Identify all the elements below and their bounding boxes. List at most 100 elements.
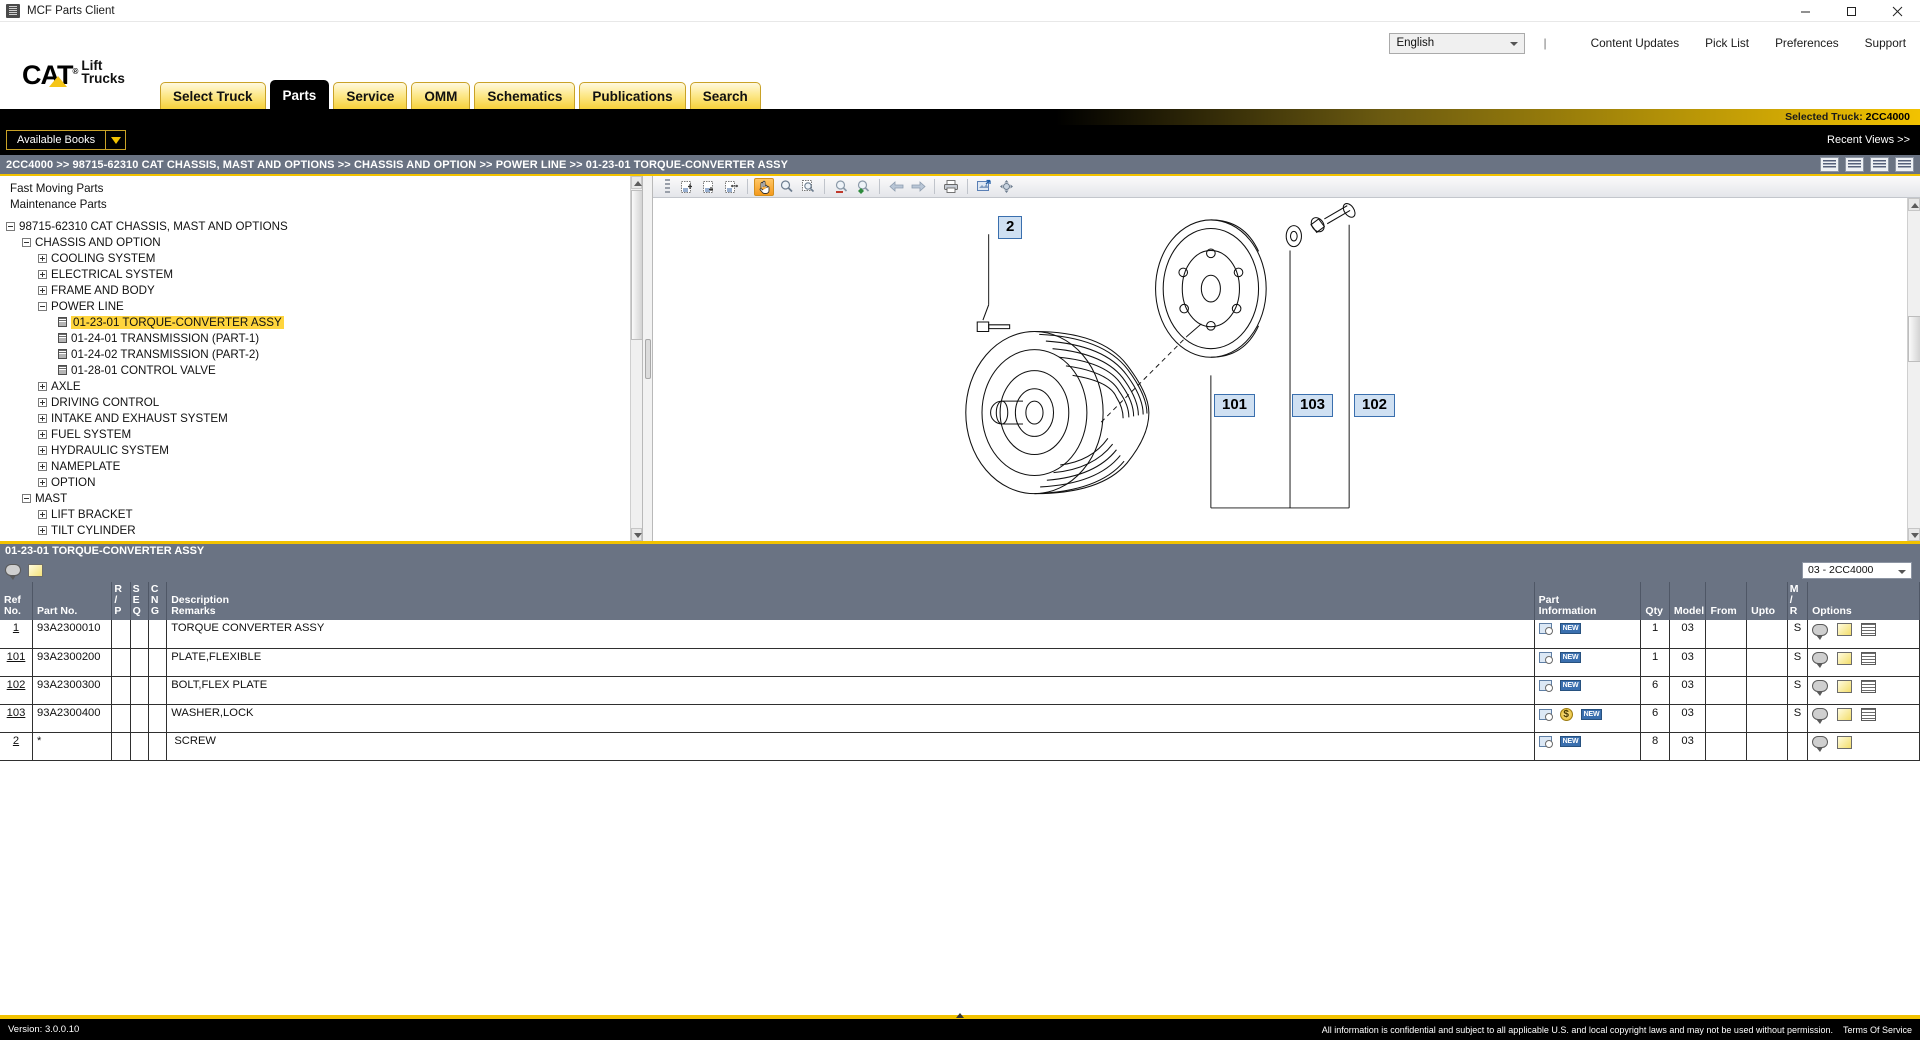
note-icon[interactable] (1837, 623, 1852, 636)
cell-part-no[interactable]: 93A2300300 (33, 676, 112, 704)
zoom-fit-page-icon[interactable] (721, 178, 741, 196)
viewer-scroll-down-button[interactable] (1908, 528, 1920, 541)
cell-part-no[interactable]: 93A2300200 (33, 648, 112, 676)
note-icon[interactable] (1837, 736, 1852, 749)
callout-2[interactable]: 2 (998, 216, 1022, 239)
print-icon[interactable] (941, 178, 961, 196)
table-row[interactable]: 101 93A2300200 PLATE,FLEXIBLE NEW 1 03 S (0, 648, 1920, 676)
tree-toggle-plus-icon[interactable] (38, 510, 47, 519)
tree-node-transmission-part-1[interactable]: 01-24-01 TRANSMISSION (PART-1) (6, 330, 642, 346)
preferences-link[interactable]: Preferences (1775, 36, 1839, 50)
tree-toggle-plus-icon[interactable] (38, 286, 47, 295)
table-icon[interactable] (1861, 708, 1876, 721)
diagram-canvas[interactable]: 2 101 103 102 (653, 198, 1906, 527)
tree-link-maintenance-parts[interactable]: Maintenance Parts (6, 196, 642, 212)
tab-select-truck[interactable]: Select Truck (160, 82, 266, 109)
tree-node-tilt-cylinder[interactable]: TILT CYLINDER (6, 522, 642, 538)
maximize-button[interactable] (1828, 0, 1874, 22)
column-options[interactable]: Options (1808, 582, 1920, 620)
zoom-out-icon[interactable] (831, 178, 851, 196)
next-page-icon[interactable] (908, 178, 928, 196)
tree-node-fork[interactable]: FORK (6, 538, 642, 541)
available-books-button[interactable]: Available Books (6, 130, 126, 150)
pan-hand-icon[interactable] (754, 178, 774, 196)
zoom-area-icon[interactable] (798, 178, 818, 196)
tree-node-control-valve[interactable]: 01-28-01 CONTROL VALVE (6, 362, 642, 378)
tree-toggle-plus-icon[interactable] (38, 478, 47, 487)
export-view-icon[interactable] (1870, 157, 1889, 172)
horizontal-splitter-handle[interactable] (951, 1012, 969, 1019)
column-from[interactable]: From (1706, 582, 1747, 620)
comment-icon[interactable] (1812, 680, 1828, 692)
tree-link-fast-moving-parts[interactable]: Fast Moving Parts (6, 180, 642, 196)
zoom-in-icon[interactable] (853, 178, 873, 196)
previous-page-icon[interactable] (886, 178, 906, 196)
price-icon[interactable]: $ (1560, 708, 1573, 721)
comment-icon[interactable] (1812, 708, 1828, 720)
column-upto[interactable]: Upto (1747, 582, 1788, 620)
tab-search[interactable]: Search (690, 82, 761, 109)
tree-toggle-plus-icon[interactable] (38, 382, 47, 391)
tree-toggle-plus-icon[interactable] (38, 526, 47, 535)
pick-list-link[interactable]: Pick List (1705, 36, 1749, 50)
table-row[interactable]: 1 93A2300010 TORQUE CONVERTER ASSY NEW 1… (0, 620, 1920, 648)
tree-scroll-thumb[interactable] (631, 190, 643, 340)
tree-toggle-plus-icon[interactable] (38, 254, 47, 263)
tab-schematics[interactable]: Schematics (474, 82, 575, 109)
tree-toggle-minus-icon[interactable] (6, 222, 15, 231)
tree-toggle-plus-icon[interactable] (38, 270, 47, 279)
fullscreen-view-icon[interactable] (1895, 157, 1914, 172)
callout-103[interactable]: 103 (1292, 394, 1333, 417)
image-icon[interactable] (1539, 652, 1552, 663)
available-books-dropdown-icon[interactable] (105, 131, 125, 149)
tree-toggle-plus-icon[interactable] (38, 414, 47, 423)
tab-parts[interactable]: Parts (270, 80, 330, 109)
column-model[interactable]: Model (1669, 582, 1706, 620)
support-link[interactable]: Support (1865, 36, 1906, 50)
ref-no-link[interactable]: 101 (7, 651, 26, 663)
tree-toggle-plus-icon[interactable] (38, 398, 47, 407)
callout-101[interactable]: 101 (1214, 394, 1255, 417)
tree-toggle-minus-icon[interactable] (22, 494, 31, 503)
column-qty[interactable]: Qty (1641, 582, 1669, 620)
ref-no-link[interactable]: 102 (7, 679, 26, 691)
tree-toggle-plus-icon[interactable] (38, 430, 47, 439)
cell-part-no[interactable]: 93A2300400 (33, 704, 112, 732)
list-view-icon[interactable] (1820, 157, 1839, 172)
note-icon[interactable] (28, 564, 43, 577)
column-description[interactable]: Description Remarks (167, 582, 1534, 620)
image-icon[interactable] (1539, 736, 1552, 747)
cell-ref-no[interactable]: 102 (0, 676, 33, 704)
zoom-fit-height-icon[interactable] (699, 178, 719, 196)
tree-scroll-down-button[interactable] (631, 528, 642, 541)
toolbar-drag-handle[interactable] (665, 179, 670, 195)
tree-node-power-line[interactable]: POWER LINE (6, 298, 642, 314)
note-icon[interactable] (1837, 708, 1852, 721)
table-icon[interactable] (1861, 680, 1876, 693)
cell-ref-no[interactable]: 1 (0, 620, 33, 648)
table-row[interactable]: 103 93A2300400 WASHER,LOCK $ NEW 6 03 (0, 704, 1920, 732)
column-part-information[interactable]: Part Information (1534, 582, 1641, 620)
minimize-button[interactable] (1782, 0, 1828, 22)
model-selector[interactable]: 03 - 2CC4000 (1802, 562, 1912, 579)
export-image-icon[interactable] (974, 178, 994, 196)
content-updates-link[interactable]: Content Updates (1591, 36, 1680, 50)
column-ref-no[interactable]: Ref No. (0, 582, 33, 620)
tree-node-hydraulic-system[interactable]: HYDRAULIC SYSTEM (6, 442, 642, 458)
tree-node-torque-converter-assy[interactable]: 01-23-01 TORQUE-CONVERTER ASSY (6, 314, 642, 330)
terms-of-service-link[interactable]: Terms Of Service (1843, 1025, 1912, 1035)
rotate-icon[interactable] (996, 178, 1016, 196)
tree-scrollbar[interactable] (630, 176, 642, 541)
comment-icon[interactable] (1812, 652, 1828, 664)
image-icon[interactable] (1539, 709, 1552, 720)
ref-no-link[interactable]: 103 (7, 707, 26, 719)
table-icon[interactable] (1861, 652, 1876, 665)
recent-views-link[interactable]: Recent Views >> (1827, 134, 1910, 146)
viewer-scroll-thumb[interactable] (1908, 316, 1920, 362)
column-seq[interactable]: S E Q (130, 582, 148, 620)
note-icon[interactable] (1837, 652, 1852, 665)
column-cng[interactable]: C N G (148, 582, 166, 620)
ref-no-link[interactable]: 1 (13, 622, 19, 634)
tree-node-transmission-part-2[interactable]: 01-24-02 TRANSMISSION (PART-2) (6, 346, 642, 362)
column-part-no[interactable]: Part No. (33, 582, 112, 620)
